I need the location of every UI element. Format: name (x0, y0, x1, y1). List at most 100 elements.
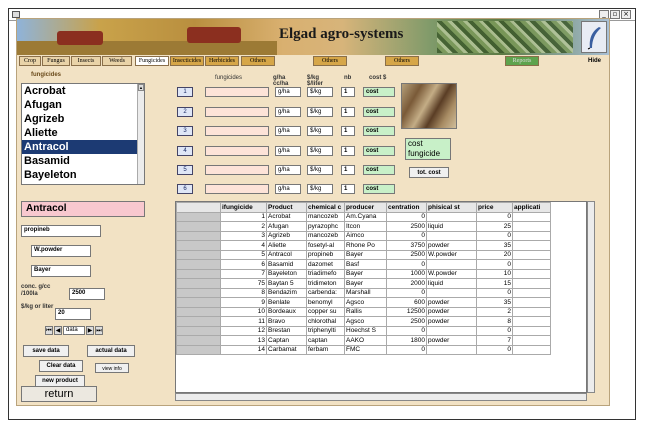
tab-others-1[interactable]: Others (241, 56, 275, 66)
first-record-icon[interactable]: ⏮ (45, 326, 53, 335)
table-cell[interactable] (176, 249, 221, 260)
table-cell[interactable] (176, 230, 221, 241)
column-header[interactable] (176, 202, 221, 213)
formulation-field[interactable]: W.powder (31, 245, 91, 257)
list-item-selected[interactable]: Antracol (22, 140, 144, 154)
gha-field[interactable]: g/ha (275, 165, 301, 175)
table-cell[interactable] (176, 325, 221, 336)
price-unit-field[interactable]: $/kg (307, 87, 333, 97)
next-record-icon[interactable]: ▶ (86, 326, 94, 335)
table-row[interactable]: 1 Acrobat mancozeb Am.Cyana 0 0 (176, 211, 551, 222)
table-row[interactable]: 3 Agrizeb mancozeb Aimco 0 0 (176, 230, 551, 241)
tab-others-3[interactable]: Others (385, 56, 419, 66)
table-row[interactable]: 9 Benlate benomyl Agsco 600 powder 35 (176, 297, 551, 308)
list-item[interactable]: Acrobat (22, 84, 144, 98)
table-cell[interactable] (176, 240, 221, 251)
column-header[interactable]: applicati (512, 202, 551, 213)
restore-button[interactable]: ▫ (610, 10, 620, 19)
chemical-field[interactable]: propineb (21, 225, 101, 237)
price-unit-field[interactable]: $/kg (307, 107, 333, 117)
column-header[interactable]: price (476, 202, 513, 213)
column-header[interactable]: Product (266, 202, 307, 213)
nb-field[interactable]: 1 (341, 107, 355, 117)
tab-insects[interactable]: Insects (71, 56, 101, 66)
close-button[interactable]: × (621, 10, 631, 19)
fungicide-table[interactable]: ifungicide Product chemical c producer centr… (175, 201, 587, 393)
table-row[interactable]: 13 Captan captan AAKO 1800 powder 7 (176, 335, 551, 346)
list-item[interactable]: Agrizeb (22, 112, 144, 126)
table-row[interactable]: 5 Antracol propineb Bayer 2500 W.powder 20 (176, 249, 551, 260)
table-row[interactable]: 7 Bayeleton triadimefo Bayer 1000 W.powder 10 (176, 268, 551, 279)
price-unit-field[interactable]: $/kg (307, 146, 333, 156)
price-unit-field[interactable]: $/kg (307, 184, 333, 194)
tab-fungicides[interactable]: Fungicides (135, 56, 169, 66)
row-select-button[interactable]: 3 (177, 126, 193, 136)
save-data-button[interactable]: save data (23, 345, 69, 357)
nb-field[interactable]: 1 (341, 184, 355, 194)
fungicide-slot[interactable] (205, 126, 269, 136)
table-cell[interactable] (176, 211, 221, 222)
table-cell[interactable] (176, 335, 221, 346)
price-field[interactable]: 20 (55, 308, 91, 320)
table-cell[interactable] (176, 268, 221, 279)
fungicide-slot[interactable] (205, 165, 269, 175)
table-row[interactable]: 8 Bendazim carbenda: Marshall 0 0 (176, 287, 551, 298)
list-item[interactable]: Bayeleton (22, 168, 144, 182)
table-row[interactable]: 10 Bordeaux copper su Rallis 12500 powder 2 (176, 306, 551, 317)
list-item[interactable]: Afugan (22, 98, 144, 112)
clear-data-button[interactable]: Clear data (39, 360, 83, 372)
table-cell[interactable] (176, 297, 221, 308)
row-select-button[interactable]: 6 (177, 184, 193, 194)
price-unit-field[interactable]: $/kg (307, 165, 333, 175)
table-cell[interactable] (176, 316, 221, 327)
list-item[interactable]: Basamid (22, 154, 144, 168)
last-record-icon[interactable]: ⏭ (95, 326, 103, 335)
table-row[interactable]: 14 Carbamat ferbam FMC 0 0 (176, 344, 551, 355)
fungicide-slot[interactable] (205, 184, 269, 194)
price-unit-field[interactable]: $/kg (307, 126, 333, 136)
concentration-field[interactable]: 2500 (69, 288, 105, 300)
tab-herbicides[interactable]: Herbicides (205, 56, 239, 66)
gha-field[interactable]: g/ha (275, 184, 301, 194)
tab-crop[interactable]: Crop (19, 56, 41, 66)
table-row[interactable]: 11 Bravo chlorothal Agsco 2500 powder 8 (176, 316, 551, 327)
actual-data-button[interactable]: actual data (87, 345, 135, 357)
table-row[interactable]: 4 Aliette fosetyl-al Rhone Po 3750 powder 35 (176, 240, 551, 251)
table-cell[interactable] (176, 287, 221, 298)
tab-weeds[interactable]: Weeds (102, 56, 132, 66)
table-cell[interactable] (176, 278, 221, 289)
table-row[interactable]: 2 Afugan pyrazophc Itcon 2500 liquid 25 (176, 221, 551, 232)
hide-button[interactable]: Hide (588, 56, 601, 66)
fungicide-slot[interactable] (205, 146, 269, 156)
row-select-button[interactable]: 1 (177, 87, 193, 97)
fungicide-slot[interactable] (205, 87, 269, 97)
table-row[interactable]: 12 Brestan triphenylti Hoechst S00 (176, 325, 551, 336)
nb-field[interactable]: 1 (341, 87, 355, 97)
list-item[interactable]: Aliette (22, 126, 144, 140)
row-select-button[interactable]: 5 (177, 165, 193, 175)
row-select-button[interactable]: 2 (177, 107, 193, 117)
list-scrollbar[interactable]: ▲ (137, 84, 144, 184)
tab-fungus[interactable]: Fungus (42, 56, 70, 66)
nb-field[interactable]: 1 (341, 126, 355, 136)
table-cell[interactable] (176, 306, 221, 317)
column-header[interactable]: centration (386, 202, 427, 213)
fungicide-slot[interactable] (205, 107, 269, 117)
table-cell[interactable] (176, 221, 221, 232)
nb-field[interactable]: 1 (341, 165, 355, 175)
total-cost-button[interactable]: tot. cost (409, 167, 449, 178)
table-row[interactable]: 75 Baytan 5 tridimeton Bayer 2000 liquid 15 (176, 278, 551, 289)
table-cell[interactable] (176, 344, 221, 355)
gha-field[interactable]: g/ha (275, 126, 301, 136)
producer-field[interactable]: Bayer (31, 265, 91, 277)
prev-record-icon[interactable]: ◀ (54, 326, 62, 335)
column-header[interactable]: producer (344, 202, 387, 213)
table-cell[interactable] (176, 259, 221, 270)
column-header[interactable]: ifungicide (220, 202, 267, 213)
nb-field[interactable]: 1 (341, 146, 355, 156)
table-horizontal-scrollbar[interactable] (175, 393, 587, 401)
scroll-up-icon[interactable]: ▲ (138, 84, 144, 91)
return-button[interactable]: return (21, 386, 97, 402)
fungicide-list[interactable]: Acrobat Afugan Agrizeb Aliette Antracol … (21, 83, 145, 185)
tab-reports[interactable]: Reports (505, 56, 539, 66)
